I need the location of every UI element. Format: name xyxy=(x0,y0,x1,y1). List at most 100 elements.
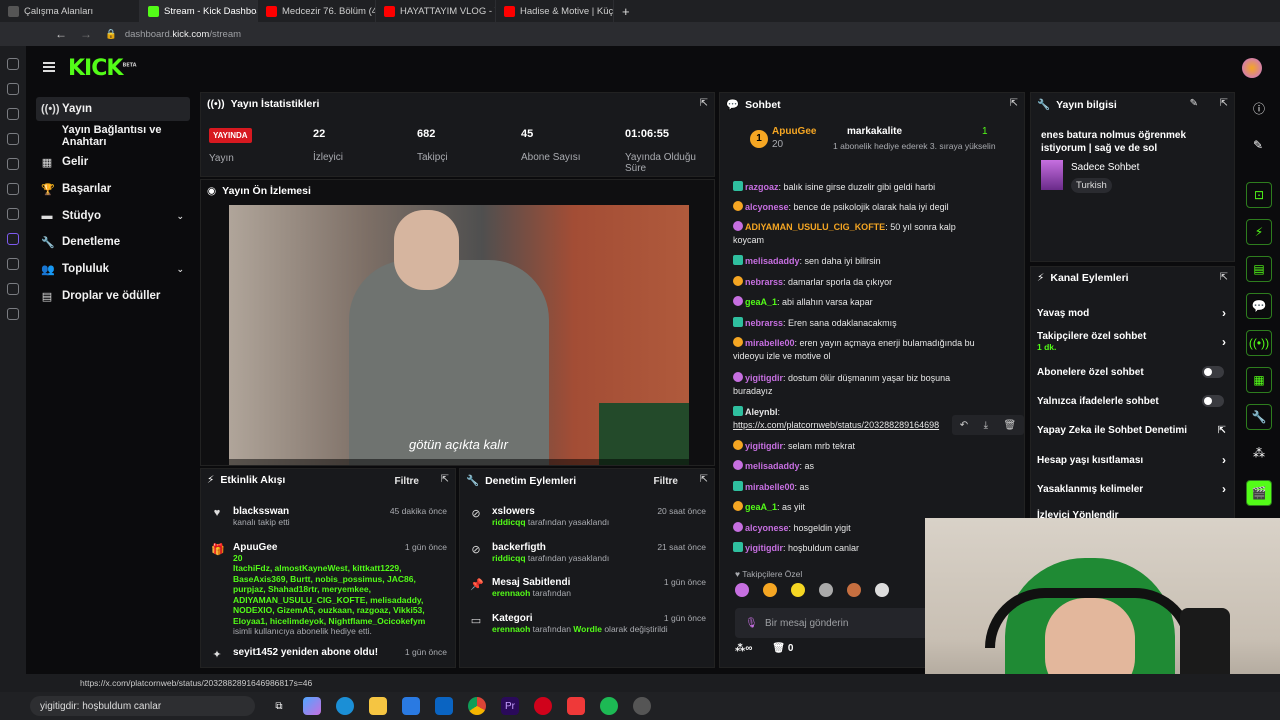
vivaldi-icon[interactable] xyxy=(567,697,585,715)
edit-icon[interactable]: ✎ xyxy=(1253,138,1263,152)
tab-kick-dashboard[interactable]: Stream - Kick Dashboard xyxy=(140,0,258,22)
emote-icon[interactable] xyxy=(847,583,861,597)
pin-icon[interactable]: ⤓ xyxy=(984,420,988,431)
chat-message[interactable]: mirabelle00: eren yayın açmaya enerji bu… xyxy=(733,337,988,363)
emote-icon[interactable] xyxy=(791,583,805,597)
infinity-icon[interactable]: ⁂∞ xyxy=(735,643,752,654)
popout-icon[interactable]: ⇱ xyxy=(700,98,708,109)
chat-username[interactable]: razgoaz xyxy=(745,182,779,192)
tab-workspaces[interactable]: Çalışma Alanları xyxy=(0,0,140,22)
chat-username[interactable]: Aleynbl xyxy=(745,407,778,417)
nav-item-stream[interactable]: ((•)) Yayın xyxy=(36,97,190,121)
chat-username[interactable]: alcyonese xyxy=(745,202,789,212)
broadcast-icon[interactable]: ((•)) xyxy=(1246,330,1272,356)
chrome-icon[interactable] xyxy=(468,697,486,715)
wrench-icon[interactable]: 🔧 xyxy=(1246,404,1272,430)
mic-icon[interactable]: 🎙 xyxy=(745,618,758,629)
popout-icon[interactable]: ⇱ xyxy=(700,474,708,485)
action-emote-only[interactable]: Yalnızca ifadelerle sohbet xyxy=(1037,391,1226,411)
tab-hayattayim[interactable]: HAYATTAYIM VLOG - YouTu xyxy=(376,0,496,22)
chat-username[interactable]: melisadaddy xyxy=(745,461,800,471)
menu-icon[interactable] xyxy=(43,62,55,72)
chat-username[interactable]: yigitigdir xyxy=(745,441,783,451)
chat-message[interactable]: ADIYAMAN_USULU_CIG_KOFTE: 50 yıl sonra k… xyxy=(733,221,988,247)
action-followers-only[interactable]: Takipçilere özel sohbet 1 dk. › xyxy=(1037,331,1226,357)
chat-message[interactable]: razgoaz: balık isine girse duzelir gibi … xyxy=(733,181,988,194)
kick-logo[interactable]: KICKBETA xyxy=(68,56,137,81)
document-icon[interactable]: ▤ xyxy=(1246,256,1272,282)
forward-icon[interactable]: → xyxy=(80,27,92,41)
back-icon[interactable]: ← xyxy=(55,27,67,41)
chat-message[interactable]: nebrarss: damarlar sporla da çıkıyor xyxy=(733,276,988,289)
action-subs-only[interactable]: Abonelere özel sohbet xyxy=(1037,362,1226,382)
info-icon[interactable]: ⓘ xyxy=(1253,100,1265,117)
chat-message[interactable]: Aleynbl: https://x.com/platcornweb/statu… xyxy=(733,406,988,432)
chat-input[interactable]: 🎙 Bir mesaj gönderin xyxy=(735,608,930,638)
action-account-age[interactable]: Hesap yaşı kısıtlaması › xyxy=(1037,450,1226,470)
folder-icon[interactable] xyxy=(369,697,387,715)
edit-icon[interactable]: ✎ xyxy=(1190,98,1198,109)
taskbar-search[interactable]: yigitigdir: hoşbuldum canlar xyxy=(30,696,255,716)
popout-icon[interactable]: ⇱ xyxy=(441,474,449,485)
sidebar-icon[interactable] xyxy=(7,283,19,295)
subs-only-toggle[interactable] xyxy=(1202,366,1224,378)
nav-item-studio[interactable]: ▬ Stüdyo ⌄ xyxy=(36,204,190,228)
action-ai-moderation[interactable]: Yapay Zeka ile Sohbet Denetimi ⇱ xyxy=(1037,420,1226,440)
chat-username[interactable]: nebrarss xyxy=(745,318,783,328)
store-icon[interactable] xyxy=(402,697,420,715)
screenshot-icon[interactable]: ⊡ xyxy=(1246,182,1272,208)
reply-icon[interactable]: ↶ xyxy=(960,420,968,431)
layout-icon[interactable]: ▦ xyxy=(1246,367,1272,393)
action-banned-words[interactable]: Yasaklanmış kelimeler › xyxy=(1037,479,1226,499)
chat-username[interactable]: nebrarss xyxy=(745,277,783,287)
chat-message[interactable]: nebrarss: Eren sana odaklanacakmış xyxy=(733,317,988,330)
emote-icon[interactable] xyxy=(875,583,889,597)
chat-message[interactable]: yigitigdir: selam mrb tekrat xyxy=(733,440,988,453)
tab-hadise[interactable]: Hadise & Motive | Küçük B xyxy=(496,0,614,22)
nav-item-revenue[interactable]: ▦ Gelir xyxy=(36,150,190,174)
new-tab-button[interactable]: + xyxy=(614,4,638,19)
chat-username[interactable]: geaA_1 xyxy=(745,502,777,512)
sidebar-icon[interactable] xyxy=(7,58,19,70)
stream-video[interactable]: götün açıkta kalır xyxy=(229,205,689,465)
chat-message[interactable]: geaA_1: abi allahın varsa kapar xyxy=(733,296,988,309)
spotify-icon[interactable] xyxy=(600,697,618,715)
sidebar-icon[interactable] xyxy=(7,133,19,145)
nav-item-drops[interactable]: ▤ Droplar ve ödüller xyxy=(36,284,190,308)
sidebar-icon[interactable] xyxy=(7,158,19,170)
video-controls[interactable] xyxy=(229,459,689,465)
chat-username[interactable]: alcyonese xyxy=(745,523,789,533)
sidebar-icon[interactable] xyxy=(7,233,19,245)
chat-icon[interactable]: 💬 xyxy=(1246,293,1272,319)
opera-icon[interactable] xyxy=(534,697,552,715)
popout-icon[interactable]: ⇱ xyxy=(1010,98,1018,109)
chat-username[interactable]: ADIYAMAN_USULU_CIG_KOFTE xyxy=(745,222,885,232)
chat-message[interactable]: melisadaddy: sen daha iyi bilirsin xyxy=(733,255,988,268)
tab-medcezir[interactable]: Medcezir 76. Bölüm (4K) - Y xyxy=(258,0,376,22)
chat-message[interactable]: alcyonese: bence de psikolojik olarak ha… xyxy=(733,201,988,214)
bolt-icon[interactable]: ⚡ xyxy=(1246,219,1272,245)
sidebar-icon[interactable] xyxy=(7,308,19,320)
community-icon[interactable]: ⁂ xyxy=(1253,446,1265,460)
chat-username[interactable]: geaA_1 xyxy=(745,297,777,307)
nav-item-community[interactable]: 👥 Topluluk ⌄ xyxy=(36,257,190,281)
emote-only-toggle[interactable] xyxy=(1202,395,1224,407)
action-slow-mode[interactable]: Yavaş mod › xyxy=(1037,303,1226,323)
chat-message[interactable]: mirabelle00: as xyxy=(733,481,988,494)
premiere-icon[interactable]: Pr xyxy=(501,697,519,715)
emote-icon[interactable] xyxy=(763,583,777,597)
emote-icon[interactable] xyxy=(819,583,833,597)
popout-icon[interactable]: ⇱ xyxy=(1220,272,1228,283)
app-icon[interactable] xyxy=(633,697,651,715)
nav-item-stream-key[interactable]: Yayın Bağlantısı ve Anahtarı xyxy=(36,124,206,148)
avatar[interactable] xyxy=(1242,58,1262,78)
sidebar-icon[interactable] xyxy=(7,258,19,270)
sidebar-icon[interactable] xyxy=(7,208,19,220)
clapper-icon[interactable]: 🎬 xyxy=(1246,480,1272,506)
sidebar-icon[interactable] xyxy=(7,183,19,195)
copilot-icon[interactable] xyxy=(303,697,321,715)
nav-item-moderation[interactable]: 🔧 Denetleme xyxy=(36,230,190,254)
filter-button[interactable]: Filtre xyxy=(395,476,419,487)
edge-icon[interactable] xyxy=(336,697,354,715)
chat-username[interactable]: melisadaddy xyxy=(745,256,800,266)
